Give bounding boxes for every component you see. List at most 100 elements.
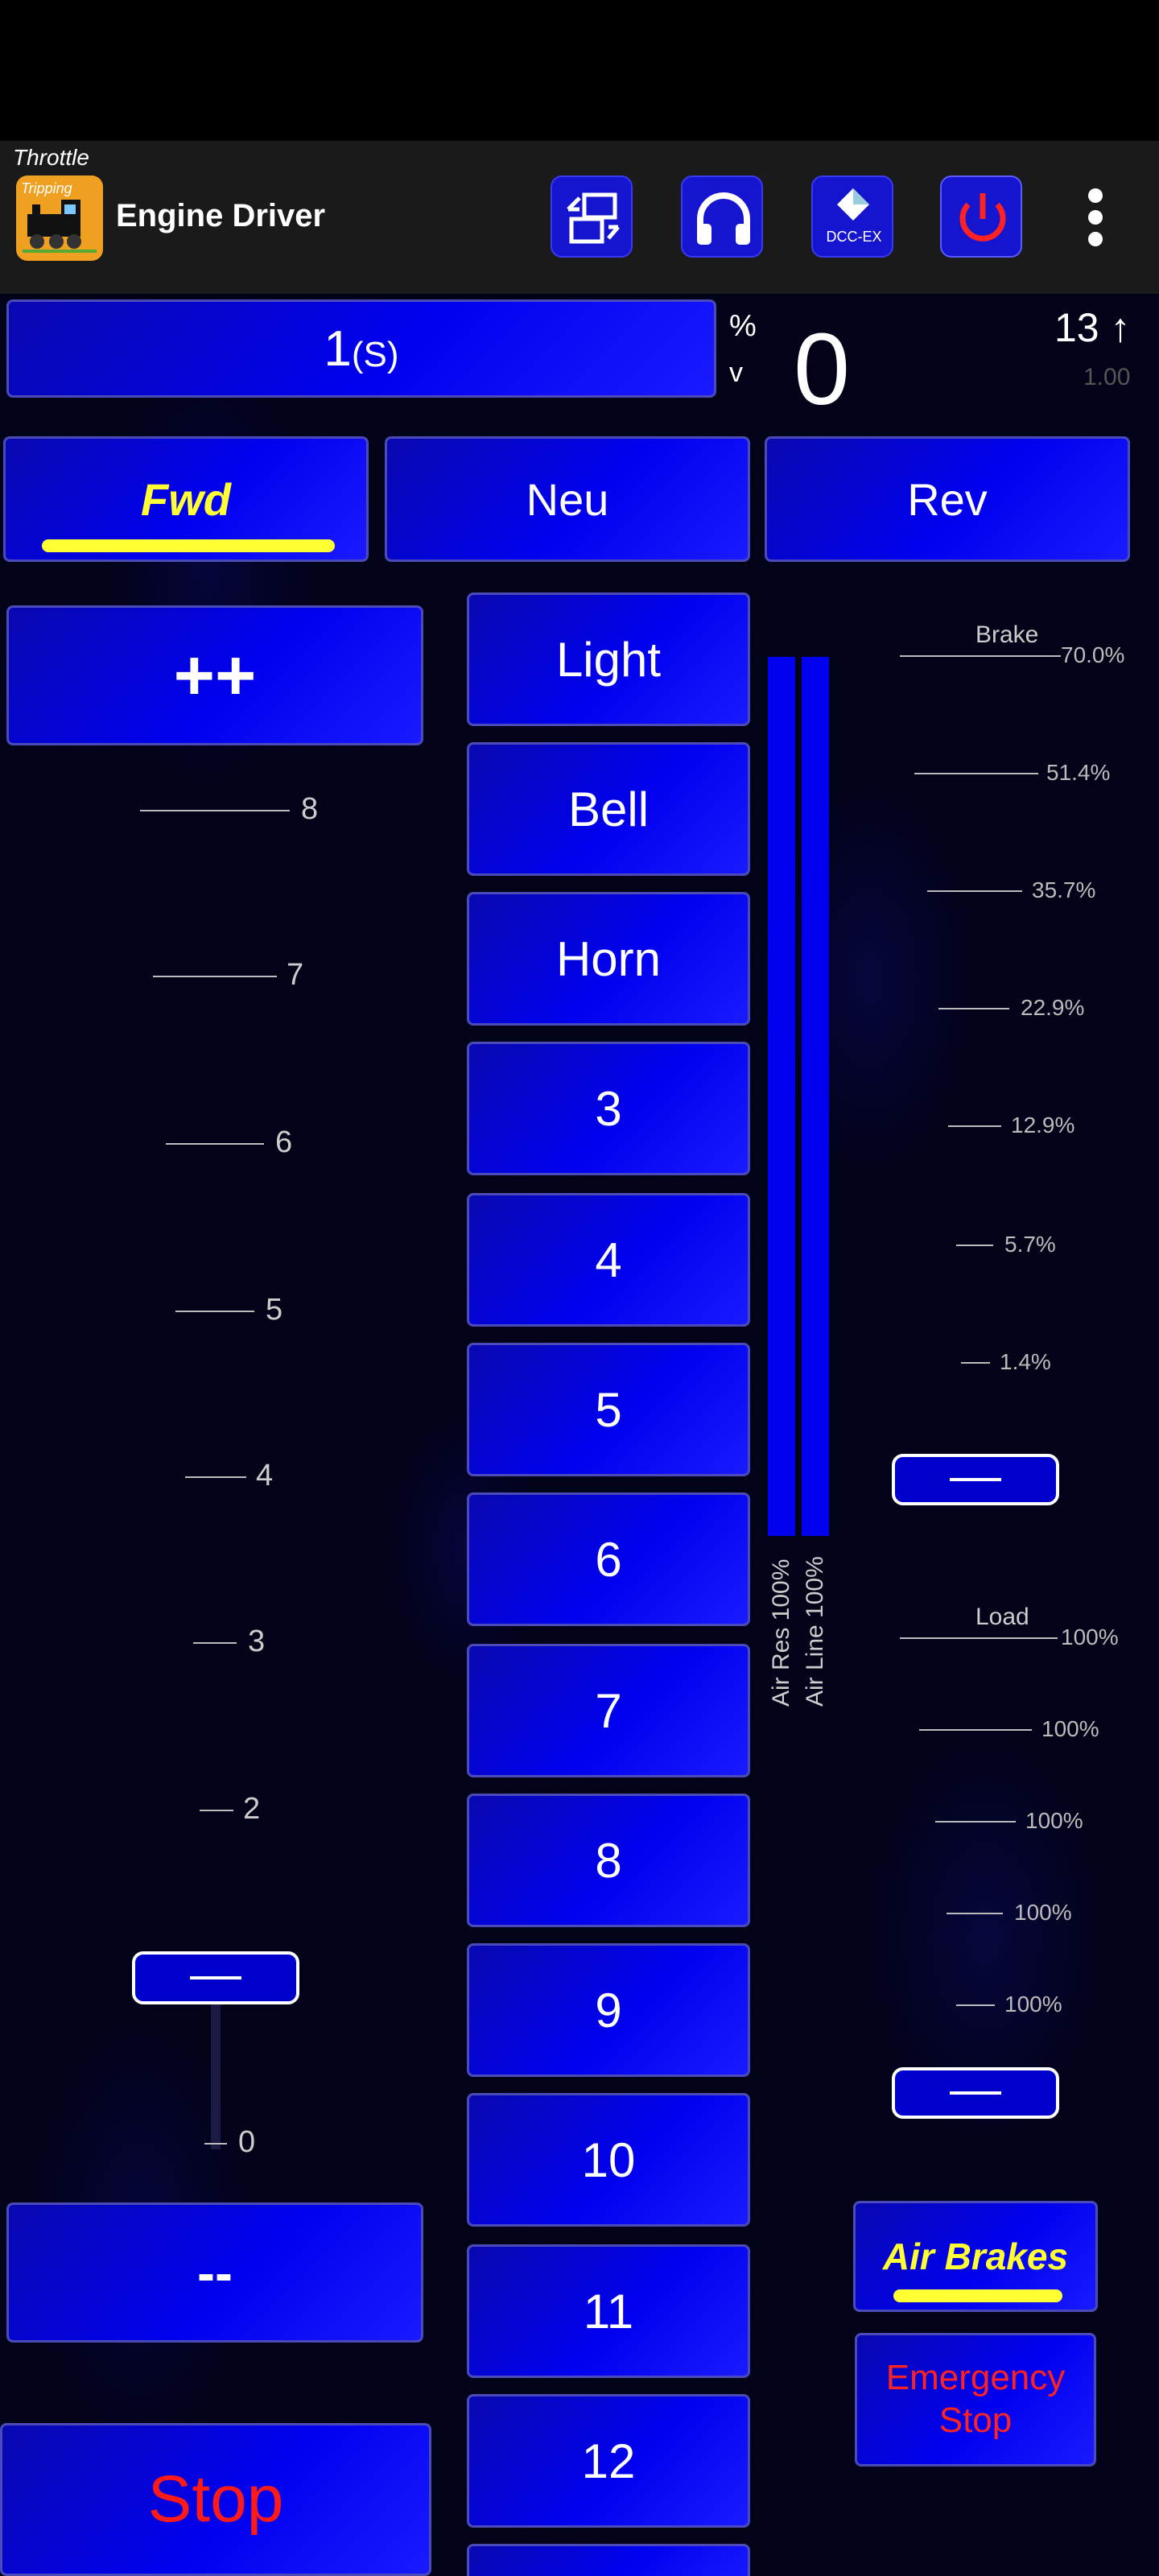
air-line-label: Air Line 100%: [802, 1556, 828, 1707]
dcc-ex-button[interactable]: DCC-EX: [811, 175, 893, 258]
brake-tick-line: [900, 655, 1061, 657]
power-button[interactable]: [940, 175, 1022, 258]
function-button-11[interactable]: 11: [467, 2244, 750, 2378]
load-title: Load: [975, 1604, 1029, 1630]
throttle-tick-line: [204, 2143, 227, 2145]
function-label: 10: [581, 2132, 636, 2187]
function-button-5[interactable]: 5: [467, 1343, 750, 1476]
overflow-menu-icon[interactable]: [1079, 185, 1114, 250]
stop-label: Stop: [147, 2462, 284, 2536]
app-title: Engine Driver: [116, 198, 326, 233]
throttle-slider-thumb[interactable]: [132, 1951, 299, 2004]
function-label: Light: [555, 632, 662, 687]
direction-forward-label: Fwd: [141, 473, 231, 525]
function-button-horn[interactable]: Horn: [467, 892, 750, 1026]
load-tick-line: [900, 1637, 1058, 1639]
brake-title: Brake: [975, 621, 1039, 648]
load-tick-line: [919, 1729, 1032, 1731]
speed-unit-percent[interactable]: %: [729, 309, 757, 344]
air-res-label: Air Res 100%: [768, 1558, 794, 1707]
throttle-slider-track[interactable]: [211, 1996, 221, 2149]
app-logo-icon: Tripping: [16, 175, 103, 261]
brake-tick-line: [961, 1362, 990, 1364]
throttle-tick-label: 7: [287, 958, 304, 992]
function-label: 9: [595, 1983, 622, 2037]
load-tick-line: [935, 1821, 1016, 1823]
throttle-tick-label: 6: [275, 1125, 293, 1159]
power-icon: [959, 193, 1006, 242]
dcc-ex-label: DCC-EX: [826, 229, 881, 245]
function-label: Horn: [555, 931, 662, 986]
swap-throttle-icon: [567, 192, 620, 244]
direction-reverse-button[interactable]: Rev: [765, 436, 1130, 562]
loco-address-button[interactable]: 1 (S): [6, 299, 716, 398]
load-tick-label: 100%: [1025, 1808, 1083, 1833]
brake-tick-line: [948, 1125, 1001, 1127]
air-res-gauge: [768, 657, 795, 1536]
load-tick-label: 100%: [1061, 1624, 1119, 1649]
locomotive-icon: [23, 200, 97, 253]
air-brakes-label: Air Brakes: [882, 2235, 1069, 2277]
load-tick-label: 100%: [1014, 1900, 1072, 1925]
brake-tick-label: 5.7%: [1004, 1232, 1056, 1257]
brake-tick-line: [914, 773, 1038, 774]
function-label: 8: [595, 1833, 622, 1888]
estop-label-line2: Stop: [938, 2401, 1013, 2440]
air-brakes-indicator: [893, 2289, 1062, 2302]
function-button-bell[interactable]: Bell: [467, 742, 750, 876]
screen-label: Throttle: [13, 145, 89, 170]
function-label: 11: [583, 2284, 634, 2339]
brake-tick-label: 1.4%: [1000, 1349, 1051, 1374]
emergency-stop-button[interactable]: Emergency Stop: [855, 2333, 1096, 2467]
throttle-tick-line: [175, 1311, 254, 1312]
function-button-10[interactable]: 10: [467, 2093, 750, 2227]
function-label: 4: [595, 1232, 622, 1287]
throttle-tick-label: 8: [301, 792, 319, 826]
direction-neutral-button[interactable]: Neu: [385, 436, 750, 562]
load-slider-thumb[interactable]: [892, 2067, 1059, 2119]
speed-up-button[interactable]: ++: [6, 605, 423, 745]
loco-address: 1: [324, 320, 352, 377]
speed-up-label: ++: [173, 635, 257, 715]
throttle-tick-line: [140, 810, 290, 811]
load-tick-label: 100%: [1004, 1992, 1062, 2017]
function-button-9[interactable]: 9: [467, 1943, 750, 2077]
brake-tick-label: 12.9%: [1011, 1113, 1075, 1137]
brake-slider-thumb[interactable]: [892, 1454, 1059, 1505]
brake-tick-label: 70.0%: [1061, 642, 1125, 667]
swap-throttle-button[interactable]: [551, 175, 633, 258]
function-label: 6: [595, 1532, 622, 1587]
throttle-tick-line: [193, 1642, 237, 1644]
speed-down-button[interactable]: --: [6, 2202, 423, 2343]
function-label: Bell: [567, 782, 650, 836]
brake-tick-label: 22.9%: [1021, 995, 1085, 1020]
speed-readout: 0: [794, 312, 851, 426]
headphones-button[interactable]: [681, 175, 763, 258]
throttle-tick-line: [185, 1476, 246, 1478]
function-label: 7: [595, 1683, 622, 1738]
stop-button[interactable]: Stop: [0, 2423, 431, 2576]
function-label: 5: [595, 1382, 622, 1437]
function-button-6[interactable]: 6: [467, 1492, 750, 1626]
throttle-tick-label: 2: [243, 1792, 261, 1826]
load-tick-label: 100%: [1041, 1716, 1099, 1741]
speed-down-label: --: [197, 2243, 233, 2302]
function-button-12[interactable]: 12: [467, 2394, 750, 2528]
function-button-3[interactable]: 3: [467, 1042, 750, 1175]
throttle-tick-line: [153, 976, 277, 977]
function-button-light[interactable]: Light: [467, 592, 750, 726]
function-label: 3: [595, 1081, 622, 1136]
function-button-7[interactable]: 7: [467, 1644, 750, 1777]
throttle-tick-label: 5: [266, 1293, 283, 1327]
brake-tick-line: [938, 1008, 1009, 1009]
function-label: 12: [581, 2434, 636, 2488]
function-button-13-partial[interactable]: [467, 2544, 750, 2576]
load-tick-line: [947, 1913, 1003, 1914]
speed-steps: 13 ↑: [1054, 305, 1131, 350]
function-button-4[interactable]: 4: [467, 1193, 750, 1327]
speed-unit-v[interactable]: v: [729, 357, 743, 389]
direction-reverse-label: Rev: [907, 473, 988, 525]
forward-selected-indicator: [42, 539, 335, 552]
function-button-8[interactable]: 8: [467, 1794, 750, 1927]
air-line-gauge: [802, 657, 829, 1536]
